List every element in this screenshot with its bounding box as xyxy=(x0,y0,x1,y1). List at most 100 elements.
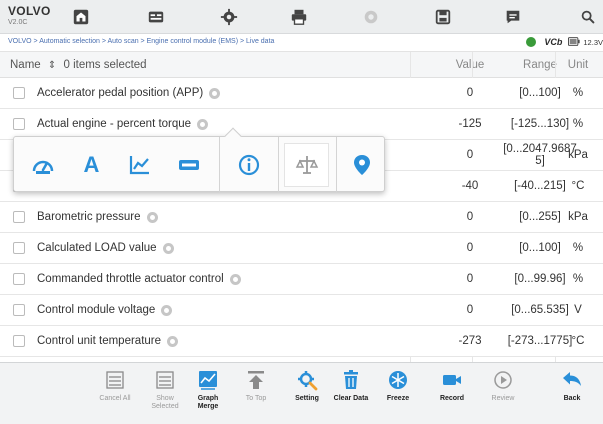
bar-icon xyxy=(178,160,199,170)
battery-voltage: 12.3V xyxy=(583,37,603,47)
compare-icon xyxy=(295,156,318,174)
table-row[interactable]: Barometric pressure 0 [0...255] kPa xyxy=(0,202,603,233)
row-unit: % xyxy=(572,118,584,130)
row-unit: kPa xyxy=(568,211,588,223)
row-checkbox[interactable] xyxy=(13,304,25,316)
trash-icon xyxy=(344,370,358,389)
divider xyxy=(219,137,220,193)
row-checkbox[interactable] xyxy=(13,211,25,223)
text-mode-button[interactable]: A xyxy=(69,143,114,187)
review-button[interactable]: Review xyxy=(478,367,528,423)
back-arrow-icon xyxy=(563,372,581,386)
row-unit: kPa xyxy=(568,149,588,161)
clear-data-button[interactable]: Clear Data xyxy=(326,367,376,423)
breadcrumb[interactable]: VOLVO > Automatic selection > Auto scan … xyxy=(8,38,274,45)
option-icon[interactable] xyxy=(167,335,179,347)
unit-column-header: Unit xyxy=(567,59,589,71)
help-icon[interactable] xyxy=(360,6,382,28)
option-icon[interactable] xyxy=(146,211,158,223)
record-label: Record xyxy=(439,395,465,402)
top-bar: VOLVO V2.0C xyxy=(0,0,603,34)
cancel-all-label: Cancel All xyxy=(99,395,131,402)
back-button[interactable]: Back xyxy=(547,367,597,423)
table-row[interactable]: Commanded throttle actuator control 0 [0… xyxy=(0,264,603,295)
row-name: Control unit temperature xyxy=(37,335,179,347)
location-button[interactable] xyxy=(339,143,384,187)
info-button[interactable] xyxy=(226,143,271,187)
row-unit: V xyxy=(574,304,582,316)
row-name: Commanded throttle actuator control xyxy=(37,273,241,285)
bottom-toolbar: Cancel All Show Selected Graph Merge To To… xyxy=(0,362,603,424)
gauge-mode-button[interactable] xyxy=(20,143,65,187)
message-icon[interactable] xyxy=(502,6,524,28)
row-checkbox[interactable] xyxy=(13,87,25,99)
setting-button[interactable]: Setting xyxy=(282,367,332,423)
snowflake-icon xyxy=(389,371,407,389)
row-checkbox[interactable] xyxy=(13,335,25,347)
option-icon[interactable] xyxy=(197,118,209,130)
vci-status: VCb xyxy=(544,37,563,47)
connection-status-icon xyxy=(526,37,537,47)
table-row[interactable]: Control unit temperature -273 [-273...17… xyxy=(0,326,603,357)
display-mode-popup: A xyxy=(13,127,385,193)
row-checkbox[interactable] xyxy=(13,118,25,130)
video-camera-icon xyxy=(443,375,461,385)
divider xyxy=(336,137,337,193)
freeze-button[interactable]: Freeze xyxy=(373,367,423,423)
record-button[interactable]: Record xyxy=(427,367,477,423)
home-icon[interactable] xyxy=(70,6,92,28)
line-graph-icon xyxy=(129,156,149,175)
option-icon[interactable] xyxy=(162,242,174,254)
row-name: Accelerator pedal position (APP) xyxy=(37,87,221,99)
to-top-icon xyxy=(248,371,264,389)
brand: VOLVO V2.0C xyxy=(8,4,51,26)
play-icon xyxy=(494,371,512,389)
battery-icon xyxy=(568,37,580,47)
list-icon xyxy=(106,371,124,389)
name-column-header[interactable]: Name ⇕ 0 items selected xyxy=(10,59,147,71)
bar-mode-button[interactable] xyxy=(166,143,211,187)
row-unit: % xyxy=(572,87,584,99)
compare-button[interactable] xyxy=(284,143,329,187)
search-icon[interactable] xyxy=(577,6,599,28)
brand-version: V2.0C xyxy=(8,19,28,26)
save-icon[interactable] xyxy=(432,6,454,28)
graph-merge-label: Graph Merge xyxy=(197,395,219,410)
row-unit: °C xyxy=(571,335,585,347)
text-icon: A xyxy=(83,152,100,177)
selected-count: 0 items selected xyxy=(63,59,147,71)
row-name: Control module voltage xyxy=(37,304,173,316)
graph-merge-button[interactable]: Graph Merge xyxy=(183,367,233,423)
setting-label: Setting xyxy=(295,395,319,402)
list-check-icon xyxy=(156,371,174,389)
table-header: Name ⇕ 0 items selected Value Range Unit xyxy=(0,52,603,78)
name-header-label: Name xyxy=(10,59,41,71)
cancel-all-button[interactable]: Cancel All xyxy=(90,367,140,423)
divider xyxy=(278,137,279,193)
clear-data-label: Clear Data xyxy=(333,395,369,402)
breadcrumb-bar: VOLVO > Automatic selection > Auto scan … xyxy=(0,34,603,52)
table-row[interactable]: Calculated LOAD value 0 [0...100] % xyxy=(0,233,603,264)
settings-icon[interactable] xyxy=(218,6,240,28)
option-icon[interactable] xyxy=(229,273,241,285)
row-checkbox[interactable] xyxy=(13,242,25,254)
freeze-label: Freeze xyxy=(386,395,410,402)
vehicle-menu-icon[interactable] xyxy=(145,6,167,28)
to-top-button[interactable]: To Top xyxy=(231,367,281,423)
table-row[interactable]: Control module voltage 0 [0...65.535] V xyxy=(0,295,603,326)
back-label: Back xyxy=(563,395,581,402)
brand-name: VOLVO xyxy=(8,4,51,18)
table-row[interactable]: Accelerator pedal position (APP) 0 [0...… xyxy=(0,78,603,109)
graph-mode-button[interactable] xyxy=(117,143,162,187)
gauge-icon xyxy=(32,160,53,174)
row-name: Calculated LOAD value xyxy=(37,242,174,254)
option-icon[interactable] xyxy=(161,304,173,316)
review-label: Review xyxy=(491,395,515,402)
sort-icon[interactable]: ⇕ xyxy=(48,60,56,71)
print-icon[interactable] xyxy=(288,6,310,28)
row-name: Actual engine - percent torque xyxy=(37,118,209,130)
option-icon[interactable] xyxy=(209,87,221,99)
row-name: Barometric pressure xyxy=(37,211,158,223)
row-checkbox[interactable] xyxy=(13,273,25,285)
setting-icon xyxy=(298,371,318,391)
